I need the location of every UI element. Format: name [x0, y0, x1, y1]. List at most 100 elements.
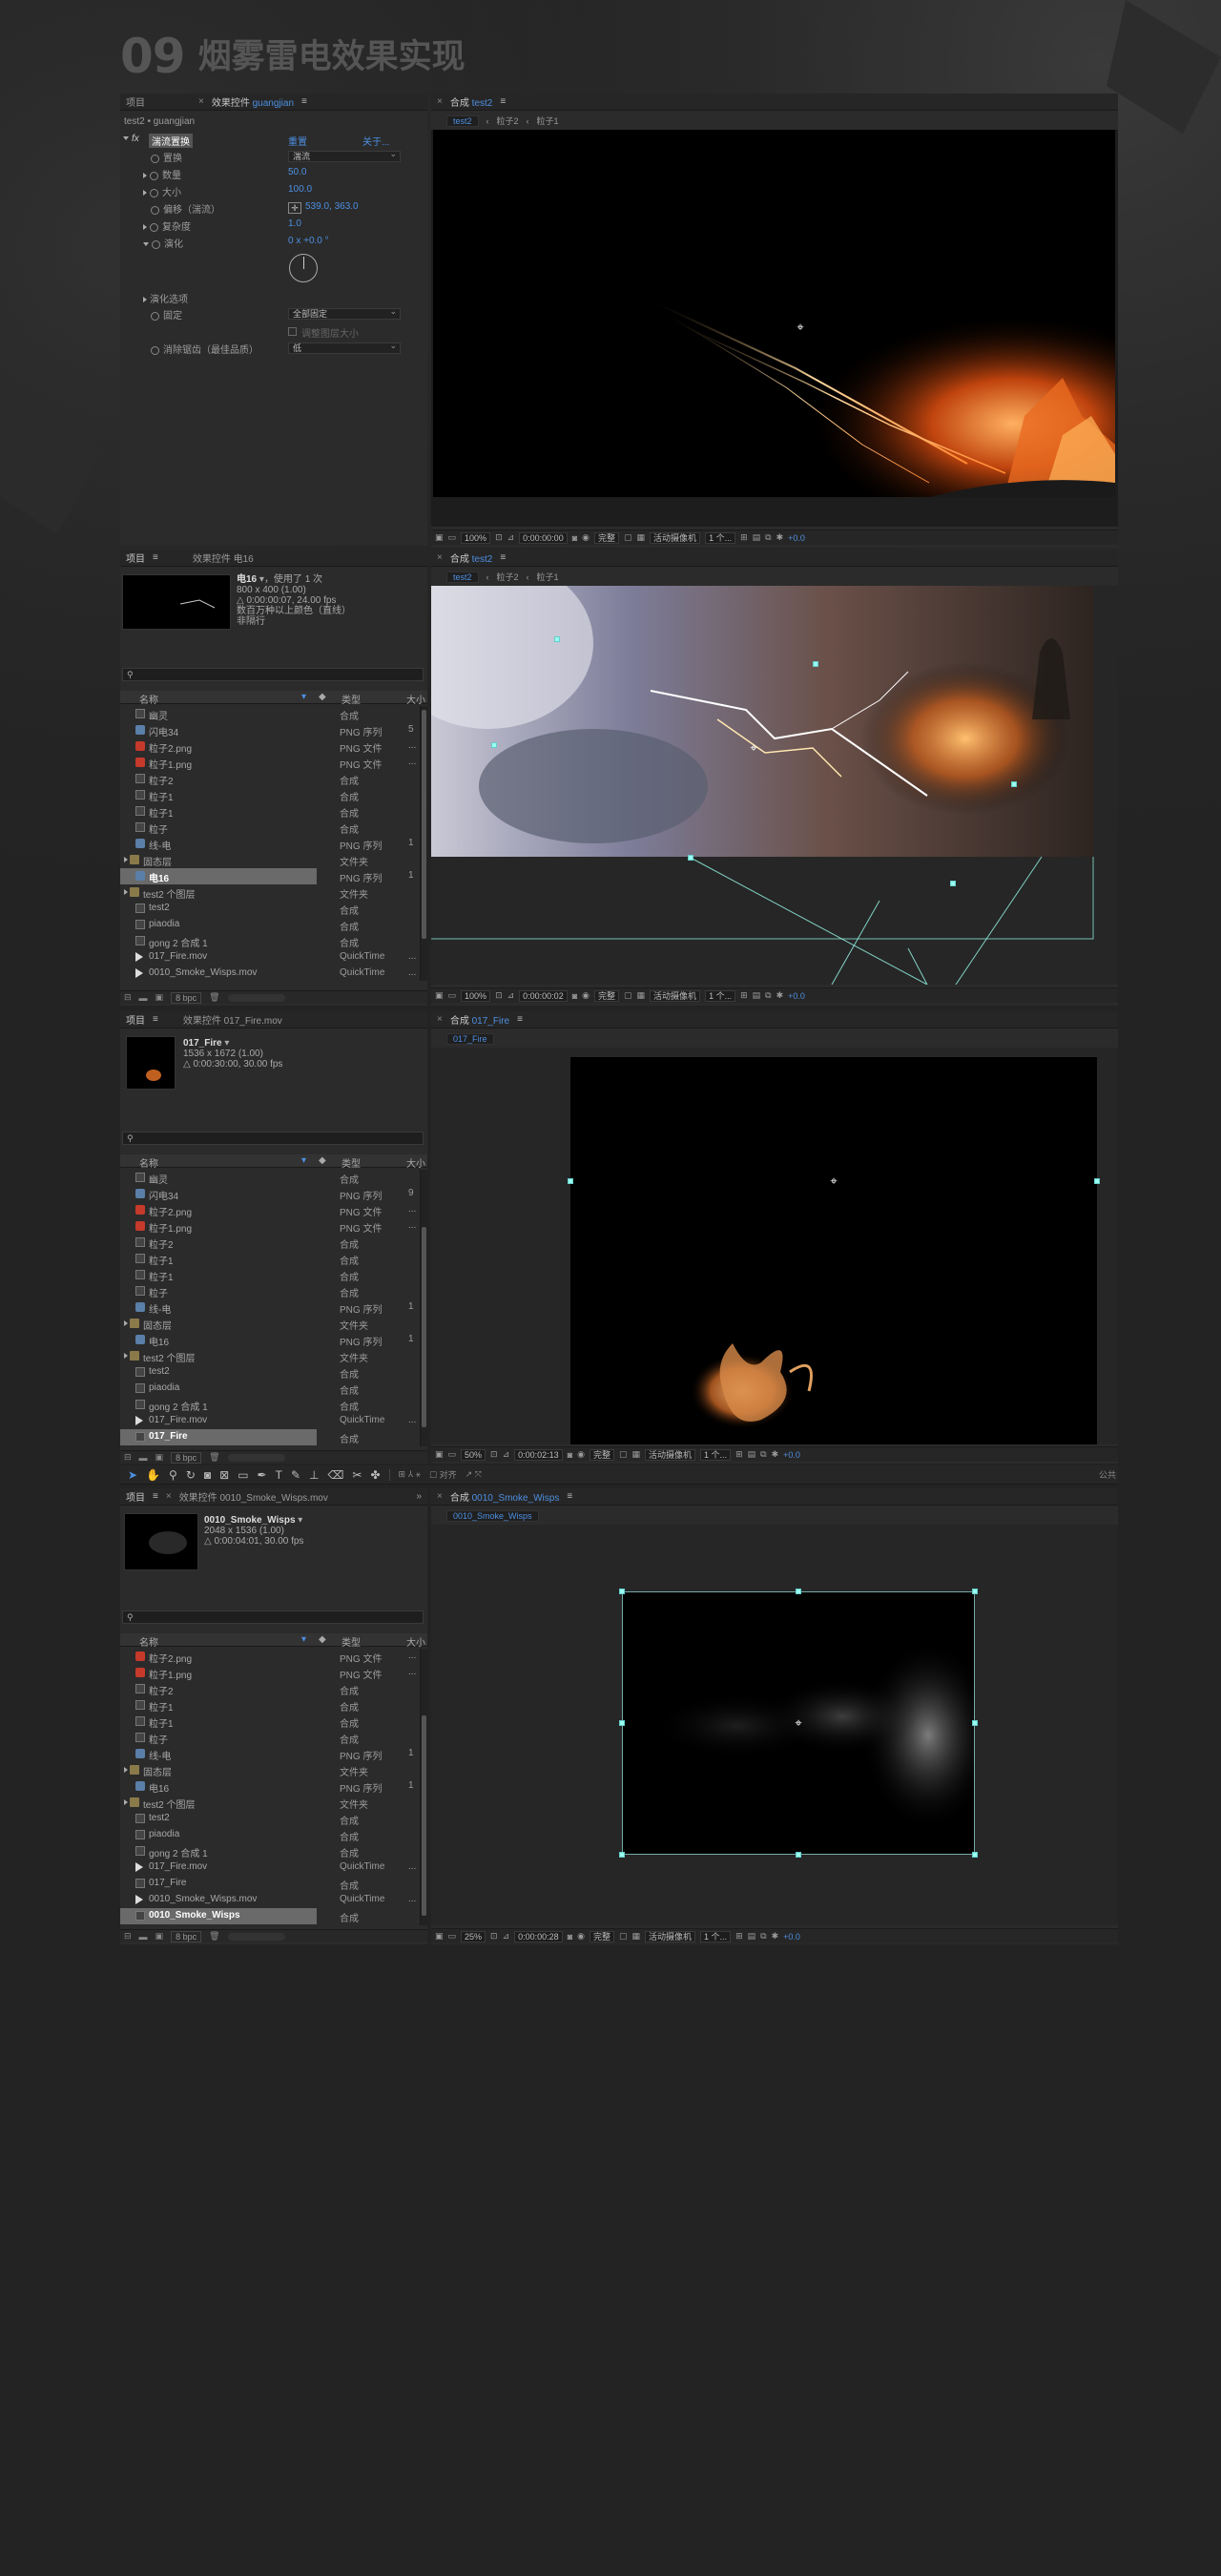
- views-dropdown[interactable]: 1 个...: [700, 1448, 732, 1461]
- folder-expand-icon[interactable]: [124, 1320, 128, 1326]
- project-list-item[interactable]: 粒子2.png: [120, 1202, 317, 1218]
- expand-icon[interactable]: [143, 190, 147, 197]
- path-point-handle[interactable]: [491, 742, 497, 748]
- layer-bound-handle[interactable]: [1094, 1178, 1100, 1184]
- folder-expand-icon[interactable]: [124, 1767, 128, 1773]
- project-list-item[interactable]: 电16: [120, 868, 317, 884]
- crumb-item[interactable]: 0010_Smoke_Wisps: [446, 1509, 539, 1522]
- always-preview-icon[interactable]: ▣: [435, 532, 444, 543]
- about-link[interactable]: 关于...: [362, 134, 389, 148]
- layer-bound-handle[interactable]: [796, 1852, 801, 1858]
- crumb-item[interactable]: test2: [446, 571, 479, 583]
- project-list-item[interactable]: test2 个图层: [120, 884, 317, 901]
- project-list-item[interactable]: 粒子: [120, 1283, 317, 1299]
- exposure-value[interactable]: +0.0: [788, 533, 805, 543]
- project-list-item[interactable]: gong 2 合成 1: [120, 1397, 317, 1413]
- folder-expand-icon[interactable]: [124, 1353, 128, 1359]
- exposure-value[interactable]: +0.0: [788, 991, 805, 1001]
- fit-icon[interactable]: ⊡: [495, 532, 503, 543]
- new-folder-icon[interactable]: ▬: [139, 1932, 148, 1942]
- timecode[interactable]: 0:00:00:28: [514, 1930, 563, 1942]
- col-type[interactable]: 类型: [341, 1634, 361, 1649]
- project-list-item[interactable]: test2: [120, 1811, 317, 1827]
- project-list-item[interactable]: 粒子1: [120, 803, 317, 820]
- sort-icon[interactable]: ▾: [301, 1634, 306, 1645]
- close-icon[interactable]: ×: [437, 96, 443, 107]
- resize-checkbox[interactable]: [288, 327, 297, 336]
- tab-composition[interactable]: 合成 test2: [450, 94, 492, 109]
- delete-icon[interactable]: 🗑: [209, 992, 219, 1003]
- expand-icon[interactable]: [143, 297, 147, 303]
- project-list-item[interactable]: 粒子1.png: [120, 1665, 317, 1681]
- roi-icon[interactable]: ▢: [624, 532, 632, 543]
- panel-menu-icon[interactable]: ≡: [153, 1014, 158, 1025]
- project-list-item[interactable]: 粒子: [120, 1730, 317, 1746]
- project-list-item[interactable]: 线-电: [120, 1746, 317, 1762]
- close-icon[interactable]: ×: [166, 1491, 172, 1502]
- quality-dropdown[interactable]: 完整: [589, 1448, 614, 1461]
- new-comp-icon[interactable]: ▣: [155, 1931, 164, 1942]
- col-name[interactable]: 名称: [139, 1155, 158, 1170]
- project-list-item[interactable]: 固态层: [120, 1316, 317, 1332]
- col-size[interactable]: 大小: [406, 692, 425, 706]
- thumbnail-slider[interactable]: [227, 993, 285, 1002]
- anchor-point-icon[interactable]: ⌖: [792, 1716, 805, 1730]
- camera-icon[interactable]: ◙: [568, 1932, 572, 1942]
- camera-icon[interactable]: ◙: [572, 991, 577, 1001]
- project-list-item[interactable]: test2 个图层: [120, 1348, 317, 1364]
- close-icon[interactable]: ×: [437, 1491, 443, 1502]
- project-list-item[interactable]: 线-电: [120, 836, 317, 852]
- timeline-icon[interactable]: ▤: [753, 990, 761, 1001]
- anchor-point-icon[interactable]: ⌖: [747, 741, 760, 755]
- project-list-item[interactable]: 017_Fire.mov: [120, 1859, 317, 1876]
- stopwatch-icon[interactable]: [151, 154, 159, 163]
- panel-menu-icon[interactable]: ≡: [500, 552, 506, 563]
- project-list-item[interactable]: 幽灵: [120, 1170, 317, 1186]
- collapse-icon[interactable]: [143, 242, 149, 247]
- panel-menu-icon[interactable]: ≡: [153, 552, 158, 563]
- color-channels-icon[interactable]: ◉: [582, 990, 590, 1001]
- crumb-item[interactable]: 粒子2: [497, 114, 519, 127]
- pan-behind-tool-icon[interactable]: ⊠: [219, 1468, 229, 1482]
- tab-project[interactable]: 项目: [126, 551, 145, 565]
- tab-composition[interactable]: 合成 017_Fire: [450, 1012, 509, 1027]
- timecode[interactable]: 0:00:02:13: [514, 1448, 563, 1461]
- tab-project[interactable]: 项目: [126, 1489, 145, 1504]
- crumb-item[interactable]: 粒子2: [497, 571, 519, 583]
- camera-dropdown[interactable]: 活动摄像机: [650, 531, 701, 544]
- fit-icon[interactable]: ⊡: [495, 990, 503, 1001]
- path-point-handle[interactable]: [1011, 781, 1017, 787]
- project-list-item[interactable]: 粒子2.png: [120, 1649, 317, 1665]
- project-list-item[interactable]: 粒子1: [120, 1697, 317, 1714]
- tab-effects-controls[interactable]: 效果控件 0010_Smoke_Wisps.mov: [179, 1489, 328, 1504]
- project-list-item[interactable]: 粒子1: [120, 1714, 317, 1730]
- transparency-grid-icon[interactable]: ▦: [637, 990, 646, 1001]
- project-list-item[interactable]: 电16: [120, 1332, 317, 1348]
- project-search-input[interactable]: ⚲: [122, 1132, 424, 1145]
- flowchart-icon[interactable]: ⧉: [765, 532, 771, 543]
- flowchart-icon[interactable]: ⧉: [765, 990, 771, 1001]
- sort-icon[interactable]: ▾: [301, 1155, 306, 1166]
- project-list-item[interactable]: 0010_Smoke_Wisps.mov: [120, 1892, 317, 1908]
- project-list-item[interactable]: piaodia: [120, 1381, 317, 1397]
- axis-icon[interactable]: ⊞ ⅄ ⚹: [399, 1469, 421, 1480]
- panel-menu-icon[interactable]: ≡: [153, 1491, 158, 1502]
- project-list-item[interactable]: 闪电34: [120, 1186, 317, 1202]
- project-list-item[interactable]: test2: [120, 901, 317, 917]
- text-tool-icon[interactable]: T: [276, 1468, 282, 1482]
- stopwatch-icon[interactable]: [152, 239, 160, 249]
- project-list-item[interactable]: 粒子2: [120, 771, 317, 787]
- crosshair-icon[interactable]: ✛: [288, 202, 301, 214]
- puppet-tool-icon[interactable]: ✤: [370, 1468, 380, 1482]
- monitor-icon[interactable]: ▭: [448, 532, 457, 543]
- layer-bound-handle[interactable]: [619, 1852, 625, 1858]
- layer-bound-handle[interactable]: [796, 1589, 801, 1594]
- size-value[interactable]: 100.0: [288, 184, 312, 195]
- project-list-item[interactable]: 粒子2: [120, 1681, 317, 1697]
- folder-expand-icon[interactable]: [124, 1799, 128, 1805]
- guides-icon[interactable]: ⊿: [503, 1449, 510, 1460]
- panel-menu-icon[interactable]: ≡: [517, 1014, 523, 1025]
- project-list-item[interactable]: 粒子1.png: [120, 1218, 317, 1235]
- project-scrollbar[interactable]: [420, 1649, 427, 1925]
- quality-dropdown[interactable]: 完整: [589, 1930, 614, 1942]
